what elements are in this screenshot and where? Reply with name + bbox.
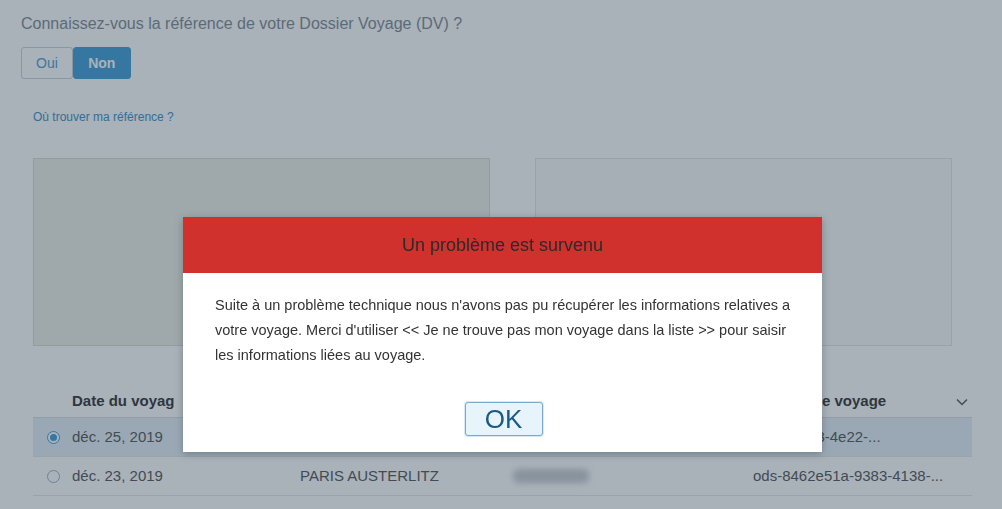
- error-dialog: Un problème est survenu Suite à un probl…: [183, 217, 822, 452]
- dialog-buttons: OK: [215, 402, 792, 436]
- ok-button[interactable]: OK: [465, 402, 543, 436]
- dialog-body: Suite à un problème technique nous n'avo…: [183, 273, 822, 452]
- modal-backdrop: Un problème est survenu Suite à un probl…: [0, 0, 1002, 509]
- dialog-message: Suite à un problème technique nous n'avo…: [215, 293, 792, 368]
- dialog-title: Un problème est survenu: [183, 217, 822, 273]
